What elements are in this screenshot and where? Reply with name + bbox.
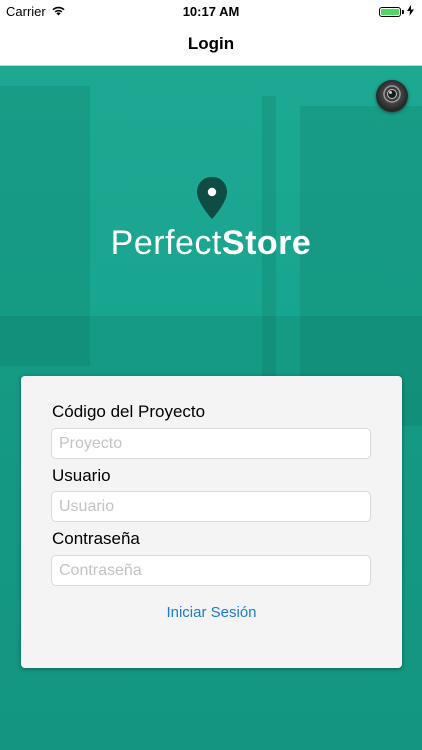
logo-text-light: Perfect: [110, 224, 222, 262]
page-title: Login: [187, 34, 235, 53]
password-input[interactable]: [51, 555, 371, 586]
charging-icon: [407, 4, 414, 19]
settings-button[interactable]: [376, 80, 408, 112]
password-label: Contraseña: [52, 529, 140, 548]
battery-cap: [402, 9, 404, 14]
logo-text-bold: Store: [221, 224, 312, 262]
status-bar: Carrier 10:17 AM: [0, 0, 422, 22]
status-right: [379, 4, 414, 19]
username-input[interactable]: [51, 491, 371, 522]
project-code-label: Código del Proyecto: [52, 402, 206, 421]
battery-fill: [381, 8, 399, 15]
status-time: 10:17 AM: [182, 4, 240, 19]
login-card: Código del Proyecto Usuario Contraseña I…: [21, 376, 402, 668]
login-button[interactable]: Iniciar Sesión: [21, 604, 402, 621]
location-pin-icon: [195, 176, 229, 220]
app-logo: PerfectStore: [0, 224, 422, 263]
project-code-input[interactable]: [51, 428, 371, 459]
navigation-bar: Login: [0, 22, 422, 66]
username-label: Usuario: [52, 466, 111, 485]
lens-icon: [382, 84, 402, 109]
battery-icon: [379, 6, 401, 17]
